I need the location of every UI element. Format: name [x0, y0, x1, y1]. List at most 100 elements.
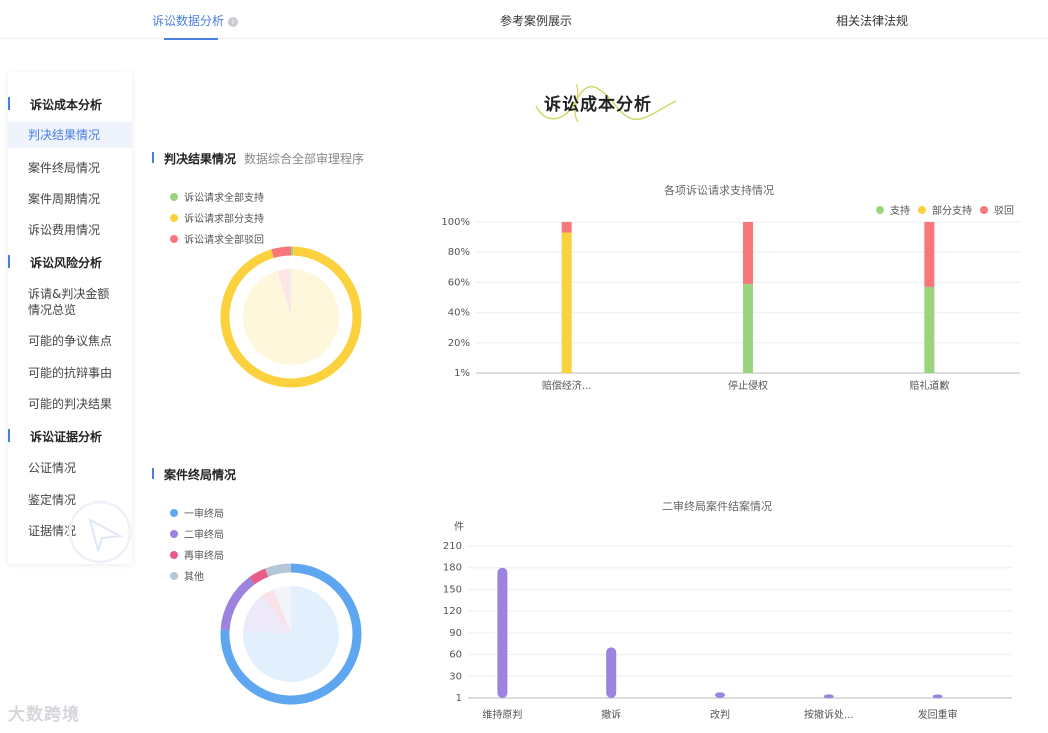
bar-segment-0-1[interactable]	[743, 283, 753, 373]
second-instance-outcome-bar-chart: 件 1 30 60 90 120 150 180 210 维持原判 撤诉 改判 按撤诉处... 发回重审	[443, 521, 1012, 721]
top-tab-bar: 诉讼数据分析 i 参考案例展示 相关法律法规	[0, 0, 1048, 40]
group-marker	[8, 97, 10, 110]
x-tick-label: 赔偿经济...	[542, 379, 592, 392]
chart-title: 二审终局案件结案情况	[662, 500, 772, 513]
legend-dot	[170, 192, 178, 201]
legend-item[interactable]: 诉讼请求全部支持	[170, 186, 264, 207]
y-tick-label: 1	[456, 693, 462, 704]
bar-segment-2-0[interactable]	[561, 222, 572, 233]
pie-ring-slice-3[interactable]	[265, 563, 292, 577]
y-tick-label: 180	[443, 563, 462, 574]
legend-item[interactable]: 诉讼请求部分支持	[170, 207, 264, 228]
sidebar-group-label: 诉讼证据分析	[30, 430, 103, 444]
tab-related-laws[interactable]: 相关法律法规	[836, 12, 908, 29]
legend-dot	[170, 550, 178, 559]
y-tick-label: 60	[449, 650, 462, 661]
active-tab-underline	[164, 38, 219, 40]
info-icon[interactable]: i	[228, 17, 239, 27]
sidebar-item-case-cycle[interactable]: 案件周期情况	[8, 191, 132, 207]
paper-plane-icon	[68, 500, 132, 564]
legend-dot	[170, 508, 178, 517]
legend-item[interactable]: 一审终局	[170, 502, 224, 523]
pie-ring-slice-2[interactable]	[271, 246, 292, 258]
y-tick-label: 150	[443, 584, 462, 595]
sidebar-group-evidence-analysis[interactable]: 诉讼证据分析	[8, 428, 102, 445]
legend-dot	[170, 571, 178, 580]
sidebar-group-cost-analysis[interactable]: 诉讼成本分析	[8, 96, 102, 113]
legend-label: 再审终局	[184, 551, 224, 562]
sidebar-item-defense-reasons[interactable]: 可能的抗辩事由	[8, 365, 132, 381]
judgment-results-donut-chart	[220, 246, 362, 388]
sidebar-item-dispute-focus[interactable]: 可能的争议焦点	[8, 333, 132, 349]
legend-dot	[170, 213, 178, 222]
y-tick-label: 60%	[448, 277, 470, 288]
x-tick-label: 停止侵权	[728, 379, 768, 392]
legend-dot	[170, 529, 178, 538]
y-tick-label: 20%	[448, 338, 470, 349]
sidebar-group-label: 诉讼风险分析	[30, 256, 103, 270]
y-tick-label: 1%	[454, 368, 470, 379]
legend-item[interactable]: 再审终局	[170, 544, 224, 565]
legend-label: 二审终局	[184, 530, 224, 541]
chart-title: 各项诉讼请求支持情况	[664, 184, 774, 197]
sidebar-item-possible-judgment[interactable]: 可能的判决结果	[8, 396, 132, 412]
x-tick-label: 撤诉	[601, 708, 621, 721]
bar-segment-2-1[interactable]	[743, 222, 753, 284]
x-tick-label: 改判	[710, 708, 730, 721]
claim-support-stacked-bar-chart: 1% 20% 40% 60% 80% 100% 赔偿经济... 停止侵权 赔礼道歉	[441, 217, 1020, 392]
bar-3[interactable]	[823, 694, 834, 699]
legend-label: 诉讼请求全部支持	[184, 193, 264, 204]
y-tick-label: 120	[443, 606, 462, 617]
pie-ring-slice-2[interactable]	[249, 568, 269, 585]
pie2-legend: 一审终局 二审终局 再审终局 其他	[170, 502, 224, 586]
legend-item[interactable]: 二审终局	[170, 523, 224, 544]
section-marker	[152, 152, 154, 163]
legend-label: 诉讼请求部分支持	[184, 214, 264, 225]
x-tick-label: 按撤诉处...	[804, 708, 854, 721]
tab-litigation-data-analysis[interactable]: 诉讼数据分析 i	[152, 12, 239, 40]
sidebar-item-litigation-fees[interactable]: 诉讼费用情况	[8, 222, 132, 238]
legend-label: 其他	[184, 572, 204, 583]
page-title: 诉讼成本分析	[544, 95, 652, 115]
tab-reference-cases[interactable]: 参考案例展示	[500, 12, 572, 29]
bar-1[interactable]	[606, 647, 617, 698]
y-tick-label: 210	[443, 541, 462, 552]
group-marker	[8, 255, 10, 268]
section-marker	[152, 468, 154, 479]
section-heading-judgment-results: 判决结果情况 数据综合全部审理程序	[152, 150, 364, 167]
sidebar-item-judgment-results[interactable]: 判决结果情况	[8, 122, 132, 148]
y-tick-label: 30	[449, 671, 462, 682]
legend-label: 一审终局	[184, 509, 224, 520]
bar-2[interactable]	[715, 692, 725, 698]
legend-item[interactable]: 其他	[170, 565, 224, 586]
y-tick-label: 100%	[441, 217, 470, 228]
watermark-logo: 大数跨境	[8, 705, 80, 725]
section-title: 案件终局情况	[164, 468, 237, 482]
case-finality-donut-chart	[220, 563, 362, 705]
sidebar-group-risk-analysis[interactable]: 诉讼风险分析	[8, 254, 102, 271]
bar-segment-0-2[interactable]	[924, 286, 935, 373]
bar-segment-2-2[interactable]	[924, 222, 935, 287]
sidebar: 诉讼成本分析 判决结果情况 案件终局情况 案件周期情况 诉讼费用情况 诉讼风险分…	[8, 72, 132, 564]
legend-dot	[170, 234, 178, 243]
y-tick-label: 80%	[448, 247, 470, 258]
y-axis-unit-label: 件	[454, 521, 464, 533]
group-marker	[8, 429, 10, 442]
y-tick-label: 90	[449, 628, 462, 639]
section-heading-case-finality: 案件终局情况	[152, 466, 236, 483]
pie1-legend: 诉讼请求全部支持 诉讼请求部分支持 诉讼请求全部驳回	[170, 186, 264, 249]
section-subtitle: 数据综合全部审理程序	[244, 152, 365, 166]
tab-label: 诉讼数据分析	[152, 14, 225, 28]
sidebar-item-notarization[interactable]: 公证情况	[8, 460, 132, 476]
bar-0[interactable]	[497, 567, 508, 698]
section-title: 判决结果情况	[164, 152, 237, 166]
bar-4[interactable]	[932, 694, 943, 699]
x-tick-label: 发回重审	[918, 708, 958, 721]
sidebar-item-case-finality[interactable]: 案件终局情况	[8, 160, 132, 176]
x-tick-label: 赔礼道歉	[909, 379, 949, 392]
sidebar-item-amount-overview[interactable]: 诉请&判决金额情况总览	[8, 286, 132, 318]
bar-segment-1-0[interactable]	[561, 232, 572, 373]
x-tick-label: 维持原判	[482, 708, 522, 721]
sidebar-group-label: 诉讼成本分析	[30, 98, 103, 112]
y-tick-label: 40%	[448, 308, 470, 319]
